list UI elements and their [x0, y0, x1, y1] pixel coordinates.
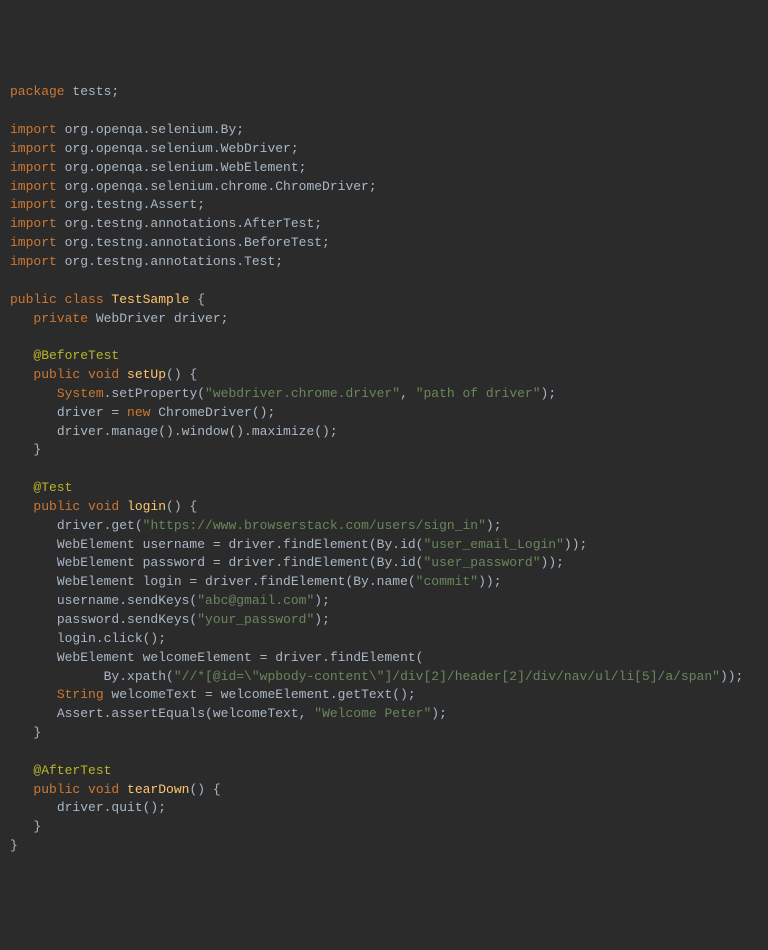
line: import org.openqa.selenium.WebElement;: [10, 160, 306, 175]
line: @Test: [10, 480, 72, 495]
line: @BeforeTest: [10, 348, 119, 363]
line: import org.testng.annotations.Test;: [10, 254, 283, 269]
line: package tests;: [10, 84, 119, 99]
line: WebElement welcomeElement = driver.findE…: [10, 650, 423, 665]
line: }: [10, 819, 41, 834]
line: @AfterTest: [10, 763, 111, 778]
line: public class TestSample {: [10, 292, 205, 307]
line: driver.quit();: [10, 800, 166, 815]
line: password.sendKeys("your_password");: [10, 612, 330, 627]
line: }: [10, 442, 41, 457]
line: Assert.assertEquals(welcomeText, "Welcom…: [10, 706, 447, 721]
line: import org.testng.Assert;: [10, 197, 205, 212]
line: WebElement password = driver.findElement…: [10, 555, 564, 570]
line: }: [10, 725, 41, 740]
line: import org.testng.annotations.AfterTest;: [10, 216, 322, 231]
line: import org.openqa.selenium.By;: [10, 122, 244, 137]
line: WebElement login = driver.findElement(By…: [10, 574, 502, 589]
line: import org.openqa.selenium.chrome.Chrome…: [10, 179, 377, 194]
line: driver = new ChromeDriver();: [10, 405, 275, 420]
line: }: [10, 838, 18, 853]
line: By.xpath("//*[@id=\"wpbody-content\"]/di…: [10, 669, 743, 684]
line: import org.openqa.selenium.WebDriver;: [10, 141, 299, 156]
line: import org.testng.annotations.BeforeTest…: [10, 235, 330, 250]
code-block: package tests; import org.openqa.seleniu…: [10, 83, 758, 856]
line: username.sendKeys("abc@gmail.com");: [10, 593, 330, 608]
line: String welcomeText = welcomeElement.getT…: [10, 687, 416, 702]
line: WebElement username = driver.findElement…: [10, 537, 587, 552]
line: login.click();: [10, 631, 166, 646]
line: public void tearDown() {: [10, 782, 221, 797]
line: public void login() {: [10, 499, 197, 514]
line: public void setUp() {: [10, 367, 197, 382]
line: driver.manage().window().maximize();: [10, 424, 338, 439]
line: System.setProperty("webdriver.chrome.dri…: [10, 386, 556, 401]
line: private WebDriver driver;: [10, 311, 228, 326]
line: driver.get("https://www.browserstack.com…: [10, 518, 502, 533]
